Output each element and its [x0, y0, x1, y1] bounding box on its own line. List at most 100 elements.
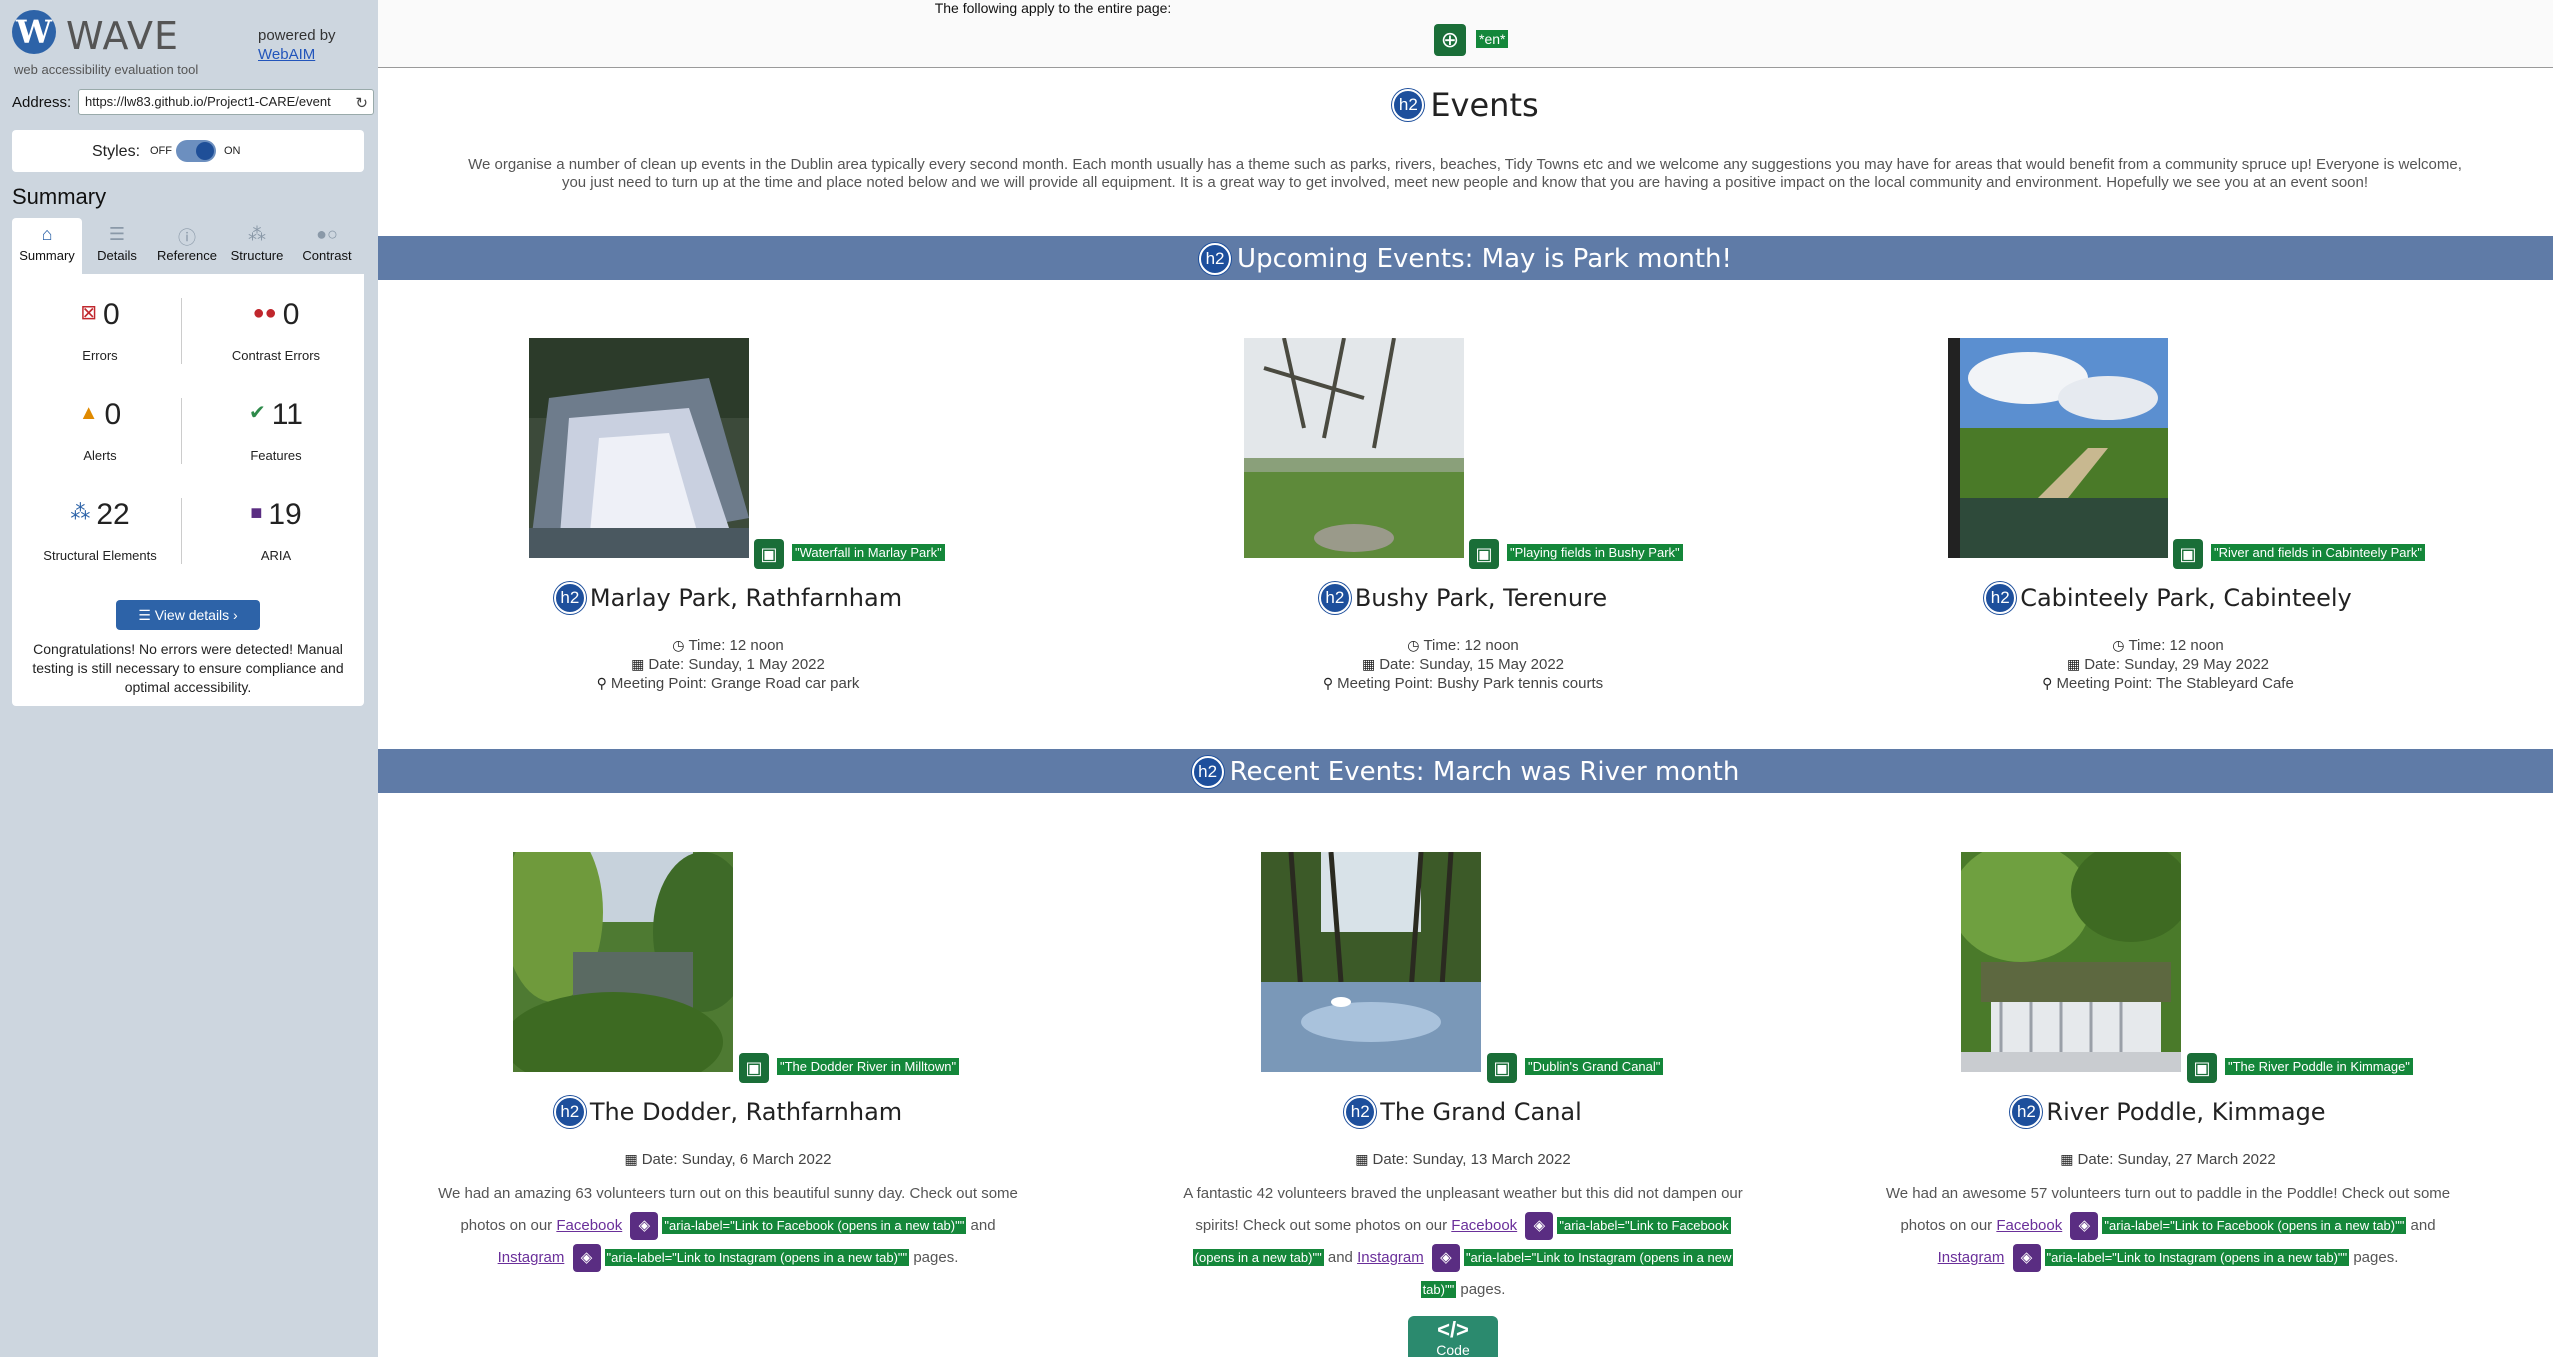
- list-icon: ☰: [108, 224, 126, 244]
- h2-icon[interactable]: h2: [1984, 582, 2017, 614]
- event-title-text: River Poddle, Kimmage: [2046, 1098, 2326, 1126]
- styles-toggle[interactable]: [176, 140, 216, 162]
- wave-tabs: ⌂ Summary ☰ Details ⓘ Reference ⁂ Struct…: [12, 218, 364, 274]
- aria-cube-icon: ■: [250, 502, 263, 524]
- congrats-message: Congratulations! No errors were detected…: [32, 641, 344, 695]
- tab-reference[interactable]: ⓘ Reference: [152, 218, 222, 274]
- image-icon[interactable]: ▣: [739, 1053, 769, 1083]
- recent-band: h2 Recent Events: March was River month: [378, 749, 2553, 793]
- image-icon[interactable]: ▣: [1469, 539, 1499, 569]
- image-icon[interactable]: ▣: [1487, 1053, 1517, 1083]
- stat-structural[interactable]: ⁂ 22 Structural Elements: [12, 474, 188, 564]
- code-icon: </>: [1437, 1317, 1469, 1342]
- image-icon[interactable]: ▣: [2187, 1053, 2217, 1083]
- alt-text-label[interactable]: "Playing fields in Bushy Park": [1507, 544, 1683, 561]
- h2-icon[interactable]: h2: [1199, 242, 1232, 275]
- tab-reference-label: Reference: [157, 248, 217, 263]
- event-meta: ▦ Date: Sunday, 27 March 2022: [1818, 1150, 2518, 1169]
- reload-icon[interactable]: ↻: [355, 94, 368, 112]
- features-label: Features: [250, 448, 302, 463]
- h2-icon[interactable]: h2: [1191, 755, 1224, 788]
- event-card-bushy: ▣ "Playing fields in Bushy Park" h2 Bushy…: [1113, 330, 1813, 700]
- tab-details[interactable]: ☰ Details: [82, 218, 152, 274]
- stat-features[interactable]: ✔ 11 Features: [188, 374, 364, 464]
- wave-logo: W WAVE web accessibility evaluation tool…: [10, 6, 370, 77]
- h2-icon[interactable]: h2: [1344, 1096, 1377, 1128]
- tab-structure[interactable]: ⁂ Structure: [222, 218, 292, 274]
- image-icon[interactable]: ▣: [754, 539, 784, 569]
- park-image: [1244, 338, 1464, 558]
- powered-by: powered by WebAIM: [258, 26, 336, 64]
- aria-tag-icon[interactable]: ◈: [2012, 1244, 2041, 1273]
- desc-pages: pages.: [913, 1249, 959, 1266]
- tab-summary[interactable]: ⌂ Summary: [12, 218, 82, 274]
- aria-label-instagram[interactable]: "aria-label="Link to Instagram (opens in…: [1463, 1249, 1734, 1266]
- structure-stat-icon: ⁂: [70, 502, 91, 524]
- stat-errors[interactable]: ⊠ 0 Errors: [12, 274, 188, 364]
- h2-icon[interactable]: h2: [553, 1096, 586, 1128]
- stat-alerts[interactable]: ▲ 0 Alerts: [12, 374, 188, 464]
- aria-tag-icon[interactable]: ◈: [630, 1212, 659, 1241]
- aria-label-facebook-cont[interactable]: (opens in a new tab)"": [1192, 1249, 1324, 1266]
- aria-tag-icon[interactable]: ◈: [1525, 1212, 1554, 1241]
- aria-tag-icon[interactable]: ◈: [572, 1244, 601, 1273]
- wave-logo-subtitle: web accessibility evaluation tool: [14, 62, 199, 77]
- stat-aria[interactable]: ■ 19 ARIA: [188, 474, 364, 564]
- tab-contrast[interactable]: ●○ Contrast: [292, 218, 362, 274]
- instagram-link[interactable]: Instagram: [498, 1249, 565, 1266]
- alt-text-label[interactable]: "Dublin's Grand Canal": [1525, 1058, 1664, 1075]
- event-title-text: The Grand Canal: [1380, 1098, 1582, 1126]
- webaim-link[interactable]: WebAIM: [258, 46, 315, 63]
- instagram-link[interactable]: Instagram: [1938, 1249, 2005, 1266]
- desc-line-1: We had an awesome 57 volunteers turn out…: [1885, 1185, 2451, 1202]
- alt-text-label[interactable]: "River and fields in Cabinteely Park": [2211, 544, 2425, 561]
- alert-icon: ▲: [78, 402, 99, 424]
- event-date: Date: Sunday, 6 March 2022: [641, 1151, 832, 1168]
- code-toggle-button[interactable]: </> Code: [1408, 1316, 1498, 1357]
- event-photo: [1961, 852, 2181, 1072]
- address-input[interactable]: https://lw83.github.io/Project1-CARE/eve…: [78, 89, 374, 115]
- stat-contrast-errors[interactable]: ●● 0 Contrast Errors: [188, 274, 364, 364]
- view-details-button[interactable]: ☰ View details ›: [116, 600, 260, 630]
- facebook-link[interactable]: Facebook: [1996, 1217, 2062, 1234]
- info-icon: ⓘ: [178, 228, 196, 248]
- feature-check-icon: ✔: [249, 402, 266, 424]
- code-label: Code: [1436, 1342, 1470, 1357]
- styles-label: Styles:: [92, 143, 141, 160]
- event-meta: ◷ Time: 12 noon ▦ Date: Sunday, 15 May 202…: [1113, 636, 1813, 693]
- aria-tag-icon[interactable]: ◈: [2070, 1212, 2099, 1241]
- alt-text-label[interactable]: "The Dodder River in Milltown": [777, 1058, 960, 1075]
- lang-badge[interactable]: *en*: [1476, 30, 1509, 48]
- alt-text-label[interactable]: "Waterfall in Marlay Park": [792, 544, 945, 561]
- structural-count: 22: [96, 498, 130, 531]
- contrast-errors-label: Contrast Errors: [231, 348, 321, 363]
- aria-label-facebook[interactable]: "aria-label="Link to Facebook (opens in …: [2102, 1217, 2407, 1234]
- aria-label-instagram-cont[interactable]: tab)"": [1420, 1281, 1457, 1298]
- event-meta: ◷ Time: 12 noon ▦ Date: Sunday, 1 May 2022…: [378, 636, 1078, 693]
- wave-logo-name: WAVE: [66, 14, 180, 58]
- globe-icon[interactable]: ⊕: [1434, 24, 1466, 56]
- h2-icon[interactable]: h2: [553, 582, 586, 614]
- divider: [181, 498, 182, 564]
- instagram-link[interactable]: Instagram: [1357, 1249, 1424, 1266]
- aria-label-instagram[interactable]: "aria-label="Link to Instagram (opens in…: [2044, 1249, 2350, 1266]
- aria-label-facebook[interactable]: "aria-label="Link to Facebook: [1557, 1217, 1731, 1234]
- aria-label-facebook[interactable]: "aria-label="Link to Facebook (opens in …: [662, 1217, 967, 1234]
- recent-heading: Recent Events: March was River month: [1229, 756, 1740, 787]
- events-intro: We organise a number of clean up events …: [468, 156, 2462, 191]
- facebook-link[interactable]: Facebook: [556, 1217, 622, 1234]
- alt-text-label[interactable]: "The River Poddle in Kimmage": [2225, 1058, 2413, 1075]
- h2-icon[interactable]: h2: [1318, 582, 1351, 614]
- aria-tag-icon[interactable]: ◈: [1431, 1244, 1460, 1273]
- structure-icon: ⁂: [248, 224, 266, 244]
- desc-pages: pages.: [1460, 1281, 1506, 1298]
- event-title: h2 Bushy Park, Terenure: [1113, 582, 1813, 614]
- divider: [181, 398, 182, 464]
- aria-label-instagram[interactable]: "aria-label="Link to Instagram (opens in…: [604, 1249, 910, 1266]
- image-icon[interactable]: ▣: [2173, 539, 2203, 569]
- h2-icon[interactable]: h2: [2010, 1096, 2043, 1128]
- h2-icon[interactable]: h2: [1392, 89, 1425, 121]
- facebook-link[interactable]: Facebook: [1451, 1217, 1517, 1234]
- event-meeting: Meeting Point: The Stableyard Cafe: [2056, 675, 2294, 692]
- desc-and: and: [970, 1217, 996, 1234]
